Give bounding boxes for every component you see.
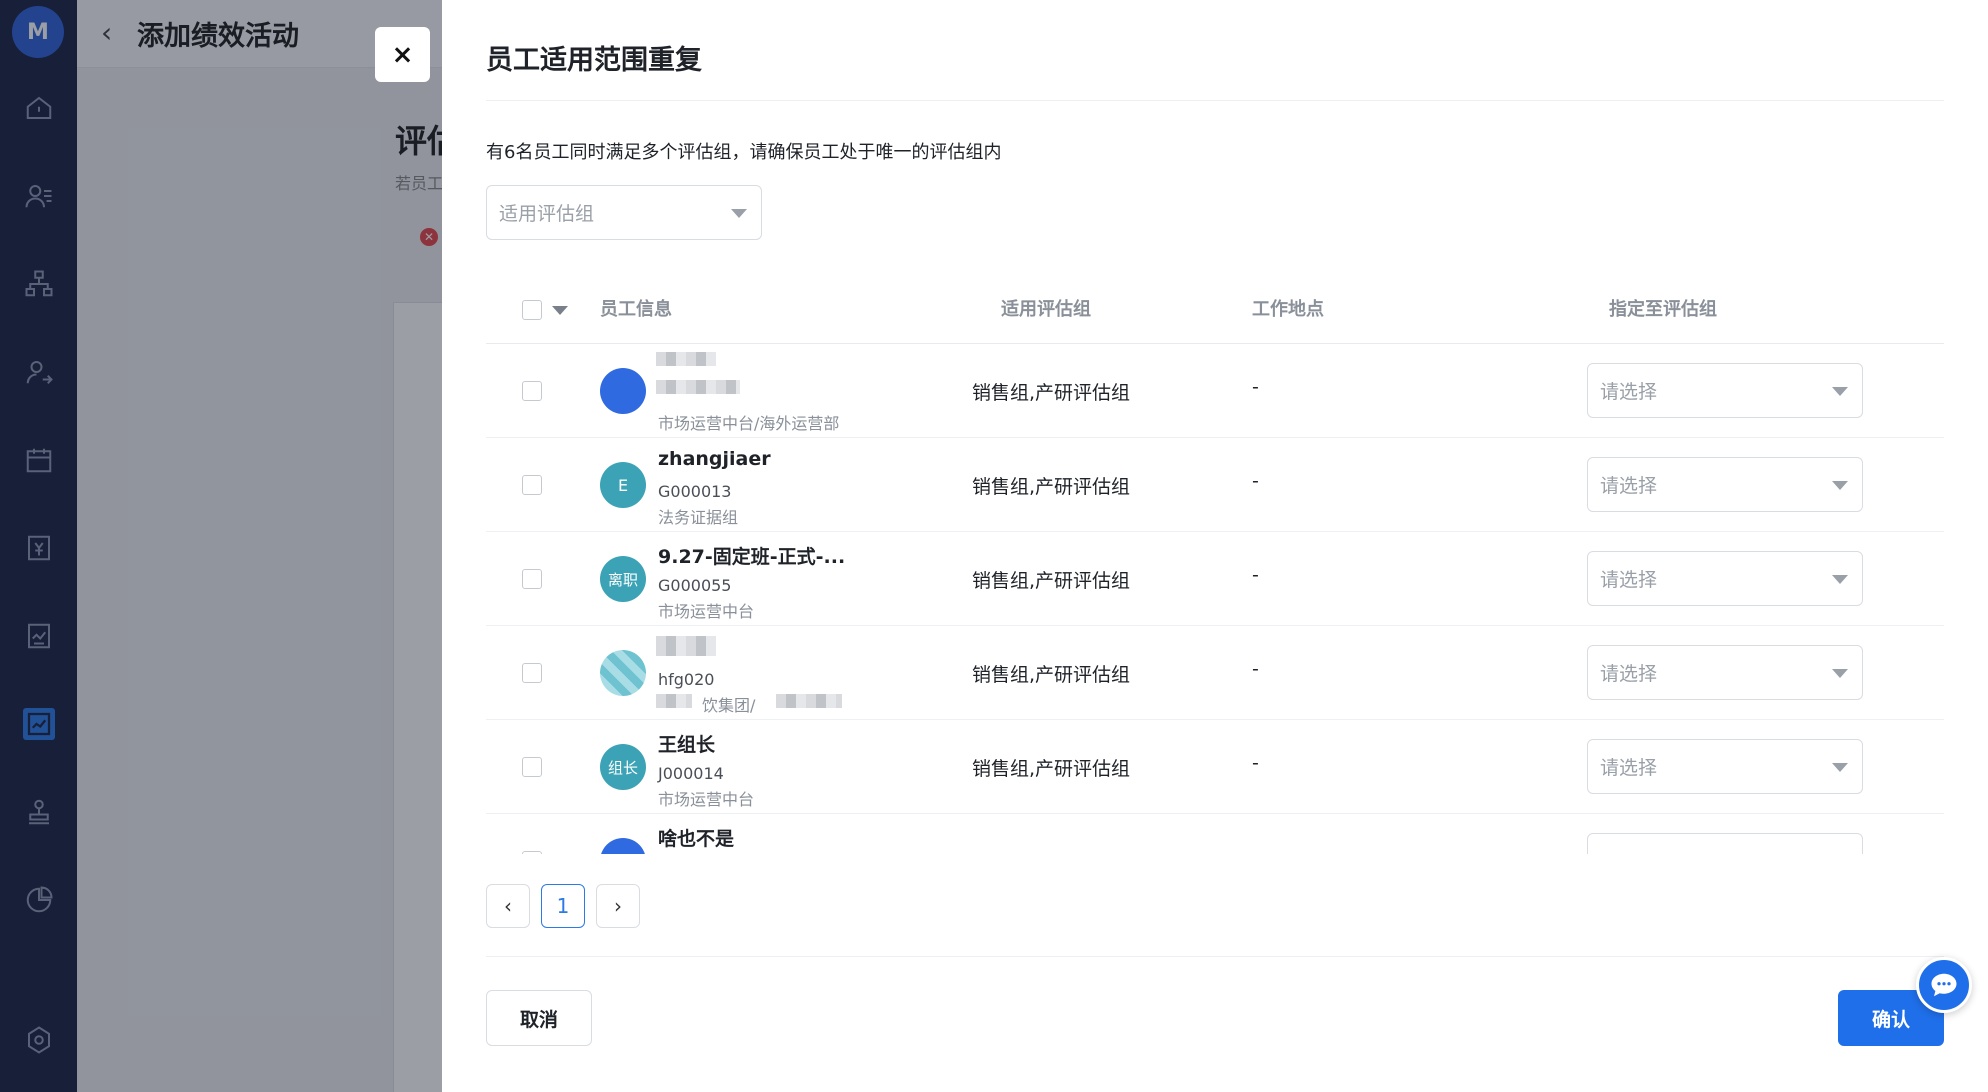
chevron-down-icon (1832, 668, 1848, 678)
chevron-down-icon (731, 208, 747, 218)
close-button[interactable]: × (375, 27, 430, 82)
column-assign: 指定至评估组 (1609, 299, 1717, 320)
employee-department: 市场运营中台 (658, 790, 755, 809)
page-number: 1 (556, 894, 570, 918)
cancel-button[interactable]: 取消 (486, 990, 592, 1046)
chevron-down-icon (1832, 574, 1848, 584)
avatar: 离职 (600, 556, 646, 602)
header-divider (486, 100, 1944, 101)
column-location: 工作地点 (1252, 299, 1324, 320)
blurred-name (656, 352, 716, 366)
employee-department: 市场运营中台/海外运营部 (658, 414, 840, 433)
assign-group-select[interactable]: 请选择 (1587, 457, 1863, 512)
row-checkbox[interactable] (522, 381, 542, 401)
group-filter-placeholder: 适用评估组 (499, 203, 595, 225)
avatar (600, 368, 646, 414)
page-1-button[interactable]: 1 (541, 884, 585, 928)
next-page-button[interactable]: › (596, 884, 640, 928)
work-location: - (1252, 752, 1259, 774)
row-checkbox[interactable] (522, 757, 542, 777)
table-row: 组长 王组长 J000014 市场运营中台 销售组,产研评估组 - 请选择 (486, 720, 1944, 814)
applicable-groups: 销售组,产研评估组 (972, 570, 1131, 592)
work-location: - (1252, 470, 1259, 492)
column-employee: 员工信息 (600, 299, 672, 320)
close-icon: × (391, 39, 414, 70)
assign-group-select[interactable]: 请选择 (1587, 551, 1863, 606)
row-checkbox[interactable] (522, 475, 542, 495)
chevron-down-icon (1832, 762, 1848, 772)
chat-support-button[interactable] (1916, 957, 1972, 1013)
drawer-title: 员工适用范围重复 (486, 45, 702, 76)
assign-placeholder: 请选择 (1600, 475, 1658, 497)
assign-group-select[interactable] (1587, 833, 1863, 854)
applicable-groups: 销售组,产研评估组 (972, 476, 1131, 498)
footer-divider (486, 956, 1944, 957)
assign-group-select[interactable]: 请选择 (1587, 739, 1863, 794)
blurred-code (656, 380, 740, 394)
chevron-left-icon: ‹ (504, 894, 512, 918)
avatar (600, 650, 646, 696)
employee-name: zhangjiaer (658, 448, 771, 470)
avatar: E (600, 462, 646, 508)
employee-name: 9.27-固定班-正式-... (658, 546, 846, 568)
table-row: 啥也不是 (486, 814, 1944, 854)
assign-placeholder: 请选择 (1600, 381, 1658, 403)
assign-group-select[interactable]: 请选择 (1587, 363, 1863, 418)
modal-overlay[interactable] (0, 0, 442, 1092)
applicable-groups: 销售组,产研评估组 (972, 382, 1131, 404)
table-header: 员工信息 适用评估组 工作地点 指定至评估组 (486, 276, 1944, 344)
employee-code: G000013 (658, 482, 732, 501)
assign-placeholder: 请选择 (1600, 757, 1658, 779)
avatar: 组长 (600, 744, 646, 790)
table-row: hfg020 饮集团/ 销售组,产研评估组 - 请选择 (486, 626, 1944, 720)
work-location: - (1252, 564, 1259, 586)
chevron-right-icon: › (614, 894, 622, 918)
chevron-down-icon (1832, 386, 1848, 396)
work-location: - (1252, 658, 1259, 680)
assign-placeholder: 请选择 (1600, 569, 1658, 591)
blurred-dept-prefix (656, 694, 692, 708)
employee-code: hfg020 (658, 670, 715, 689)
table-row: E zhangjiaer G000013 法务证据组 销售组,产研评估组 - 请… (486, 438, 1944, 532)
table-row: 离职 9.27-固定班-正式-... G000055 市场运营中台 销售组,产研… (486, 532, 1944, 626)
applicable-groups: 销售组,产研评估组 (972, 758, 1131, 780)
row-checkbox[interactable] (522, 851, 542, 854)
drawer-description: 有6名员工同时满足多个评估组，请确保员工处于唯一的评估组内 (486, 142, 1002, 163)
duplicate-scope-drawer: 员工适用范围重复 有6名员工同时满足多个评估组，请确保员工处于唯一的评估组内 适… (442, 0, 1988, 1092)
blurred-dept-suffix (776, 694, 842, 708)
row-checkbox[interactable] (522, 663, 542, 683)
employee-department: 饮集团/ (702, 696, 756, 715)
row-checkbox[interactable] (522, 569, 542, 589)
employee-name: 王组长 (658, 734, 716, 756)
select-options-caret-icon[interactable] (552, 306, 568, 315)
assign-group-select[interactable]: 请选择 (1587, 645, 1863, 700)
employee-table: 员工信息 适用评估组 工作地点 指定至评估组 市场运营中台/海外运营部 销售组,… (486, 276, 1944, 854)
employee-code: J000014 (658, 764, 724, 783)
table-row: 市场运营中台/海外运营部 销售组,产研评估组 - 请选择 (486, 344, 1944, 438)
employee-name: 啥也不是 (658, 828, 735, 850)
applicable-groups: 销售组,产研评估组 (972, 664, 1131, 686)
assign-placeholder: 请选择 (1600, 663, 1658, 685)
blurred-name (656, 636, 716, 656)
employee-department: 法务证据组 (658, 508, 739, 527)
employee-code: G000055 (658, 576, 732, 595)
column-groups: 适用评估组 (1001, 299, 1091, 320)
employee-department: 市场运营中台 (658, 602, 755, 621)
group-filter-select[interactable]: 适用评估组 (486, 185, 762, 240)
work-location: - (1252, 376, 1259, 398)
prev-page-button[interactable]: ‹ (486, 884, 530, 928)
chat-icon (1931, 973, 1957, 997)
chevron-down-icon (1832, 480, 1848, 490)
select-all-checkbox[interactable] (522, 300, 542, 320)
avatar (600, 838, 646, 854)
